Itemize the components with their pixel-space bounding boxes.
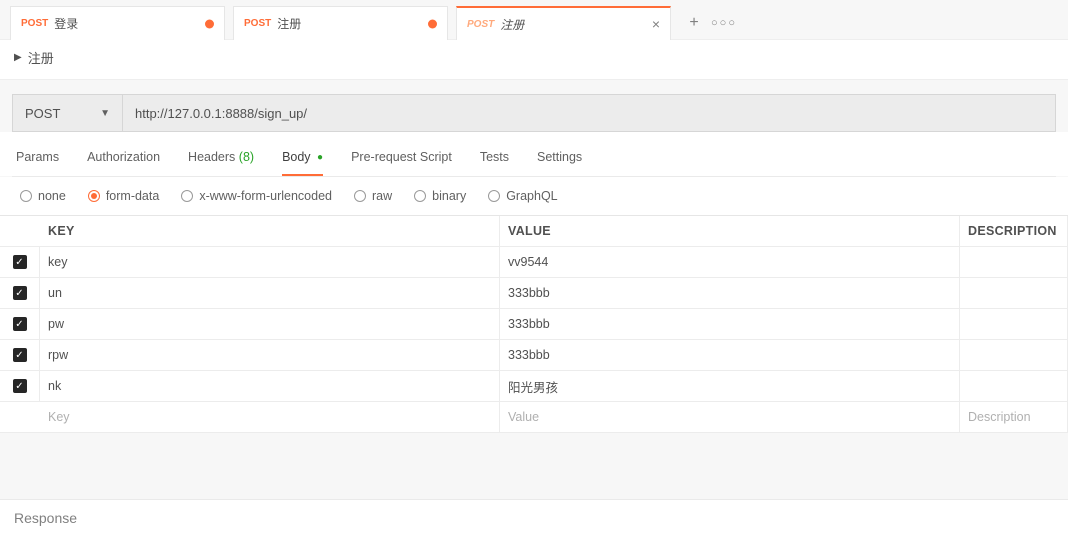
tab-register-2[interactable]: POST 注册 × bbox=[456, 6, 671, 40]
row-checkbox[interactable]: ✓ bbox=[13, 348, 27, 362]
row-checkbox[interactable]: ✓ bbox=[13, 317, 27, 331]
add-tab-button[interactable]: + bbox=[679, 6, 709, 40]
header-value: VALUE bbox=[500, 216, 960, 246]
response-section[interactable]: Response bbox=[0, 499, 1068, 540]
dirty-dot-icon bbox=[205, 19, 214, 28]
cell-key[interactable]: pw bbox=[40, 309, 500, 339]
request-subtabs: Params Authorization Headers (8) Body ● … bbox=[0, 132, 1068, 176]
form-data-table: KEY VALUE DESCRIPTION ✓ key vv9544 ✓ un … bbox=[0, 215, 1068, 433]
body-type-graphql[interactable]: GraphQL bbox=[488, 189, 557, 203]
table-row: ✓ key vv9544 bbox=[0, 247, 1068, 278]
body-type-urlencoded[interactable]: x-www-form-urlencoded bbox=[181, 189, 332, 203]
method-select[interactable]: POST ▼ bbox=[13, 95, 123, 131]
tab-title: 注册 bbox=[500, 16, 524, 33]
breadcrumb-title: 注册 bbox=[28, 48, 54, 67]
subtab-body[interactable]: Body ● bbox=[282, 150, 323, 176]
header-key: KEY bbox=[40, 216, 500, 246]
url-bar: POST ▼ http://127.0.0.1:8888/sign_up/ bbox=[12, 94, 1056, 132]
radio-icon bbox=[488, 190, 500, 202]
body-dirty-dot-icon: ● bbox=[317, 152, 323, 163]
tab-method: POST bbox=[467, 19, 494, 30]
table-new-row[interactable]: ✓ Key Value Description bbox=[0, 402, 1068, 433]
radio-icon bbox=[20, 190, 32, 202]
body-type-none[interactable]: none bbox=[20, 189, 66, 203]
cell-value[interactable]: 333bbb bbox=[500, 340, 960, 370]
subtab-headers-label: Headers bbox=[188, 150, 235, 164]
body-type-form-data[interactable]: form-data bbox=[88, 189, 160, 203]
row-checkbox[interactable]: ✓ bbox=[13, 286, 27, 300]
body-type-label: x-www-form-urlencoded bbox=[199, 189, 332, 203]
tab-overflow-button[interactable]: ○○○ bbox=[709, 6, 739, 40]
cell-desc[interactable] bbox=[960, 340, 1068, 370]
dirty-dot-icon bbox=[428, 19, 437, 28]
cell-key[interactable]: un bbox=[40, 278, 500, 308]
subtab-headers[interactable]: Headers (8) bbox=[188, 150, 254, 176]
subtab-tests[interactable]: Tests bbox=[480, 150, 509, 176]
subtab-settings[interactable]: Settings bbox=[537, 150, 582, 176]
tab-title: 登录 bbox=[54, 15, 78, 32]
chevron-right-icon: ▶ bbox=[14, 52, 22, 63]
cell-value[interactable]: 333bbb bbox=[500, 309, 960, 339]
tab-register-1[interactable]: POST 注册 bbox=[233, 6, 448, 40]
tab-login[interactable]: POST 登录 bbox=[10, 6, 225, 40]
body-type-binary[interactable]: binary bbox=[414, 189, 466, 203]
cell-key[interactable]: rpw bbox=[40, 340, 500, 370]
cell-desc[interactable] bbox=[960, 309, 1068, 339]
body-type-label: raw bbox=[372, 189, 392, 203]
tab-title: 注册 bbox=[277, 15, 301, 32]
radio-icon bbox=[354, 190, 366, 202]
body-type-raw[interactable]: raw bbox=[354, 189, 392, 203]
subtab-params[interactable]: Params bbox=[16, 150, 59, 176]
cell-value[interactable]: 阳光男孩 bbox=[500, 371, 960, 401]
subtab-authorization[interactable]: Authorization bbox=[87, 150, 160, 176]
url-input[interactable]: http://127.0.0.1:8888/sign_up/ bbox=[123, 95, 1055, 131]
header-desc: DESCRIPTION bbox=[960, 216, 1068, 246]
table-row: ✓ nk 阳光男孩 bbox=[0, 371, 1068, 402]
radio-icon bbox=[88, 190, 100, 202]
subtab-body-label: Body bbox=[282, 150, 311, 164]
body-type-label: none bbox=[38, 189, 66, 203]
cell-desc[interactable] bbox=[960, 371, 1068, 401]
body-type-label: form-data bbox=[106, 189, 160, 203]
table-row: ✓ rpw 333bbb bbox=[0, 340, 1068, 371]
cell-desc[interactable] bbox=[960, 278, 1068, 308]
method-select-label: POST bbox=[25, 106, 60, 121]
close-icon[interactable]: × bbox=[652, 17, 660, 31]
table-row: ✓ pw 333bbb bbox=[0, 309, 1068, 340]
radio-icon bbox=[181, 190, 193, 202]
cell-desc-placeholder[interactable]: Description bbox=[960, 402, 1068, 432]
chevron-down-icon: ▼ bbox=[100, 108, 110, 119]
cell-value[interactable]: 333bbb bbox=[500, 278, 960, 308]
body-type-label: binary bbox=[432, 189, 466, 203]
cell-key[interactable]: key bbox=[40, 247, 500, 277]
tab-method: POST bbox=[244, 18, 271, 29]
cell-key-placeholder[interactable]: Key bbox=[40, 402, 500, 432]
table-header-row: KEY VALUE DESCRIPTION bbox=[0, 216, 1068, 247]
row-checkbox[interactable]: ✓ bbox=[13, 379, 27, 393]
headers-count: (8) bbox=[239, 150, 254, 164]
cell-value-placeholder[interactable]: Value bbox=[500, 402, 960, 432]
body-type-row: none form-data x-www-form-urlencoded raw… bbox=[0, 177, 1068, 215]
breadcrumb[interactable]: ▶ 注册 bbox=[0, 39, 1068, 80]
row-checkbox[interactable]: ✓ bbox=[13, 255, 27, 269]
table-row: ✓ un 333bbb bbox=[0, 278, 1068, 309]
tab-method: POST bbox=[21, 18, 48, 29]
cell-desc[interactable] bbox=[960, 247, 1068, 277]
subtab-prerequest[interactable]: Pre-request Script bbox=[351, 150, 452, 176]
cell-value[interactable]: vv9544 bbox=[500, 247, 960, 277]
cell-key[interactable]: nk bbox=[40, 371, 500, 401]
radio-icon bbox=[414, 190, 426, 202]
tab-bar: POST 登录 POST 注册 POST 注册 × + ○○○ bbox=[0, 0, 1068, 40]
body-type-label: GraphQL bbox=[506, 189, 557, 203]
